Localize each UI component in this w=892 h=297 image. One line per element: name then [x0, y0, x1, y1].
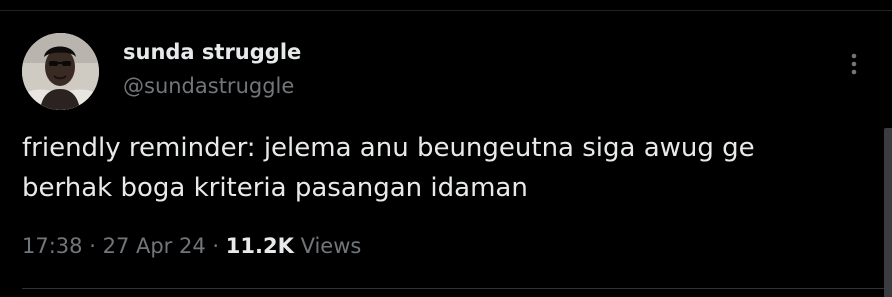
tweet-meta: 17:38 · 27 Apr 24 · 11.2K Views [22, 231, 361, 261]
tweet-text: friendly reminder: jelema anu beungeutna… [22, 128, 867, 208]
author-display-name[interactable]: sunda struggle [123, 38, 301, 66]
bottom-divider [22, 288, 892, 289]
meta-separator: · [89, 234, 96, 258]
scrollbar[interactable] [884, 128, 892, 297]
more-options-button[interactable] [840, 49, 868, 79]
tweet-date[interactable]: 27 Apr 24 [103, 234, 206, 258]
tweet-text-line: berhak boga kriteria pasangan idaman [22, 173, 528, 203]
avatar-image [22, 33, 99, 110]
top-divider [0, 10, 892, 11]
tweet-time[interactable]: 17:38 [22, 234, 83, 258]
views-count[interactable]: 11.2K [226, 234, 294, 258]
meta-separator: · [212, 234, 220, 258]
tweet-text-line: friendly reminder: jelema anu beungeutna… [22, 133, 755, 163]
more-vertical-icon [851, 53, 857, 75]
author-handle[interactable]: @sundastruggle [123, 72, 294, 100]
views-label[interactable]: Views [301, 234, 362, 258]
avatar[interactable] [22, 33, 99, 110]
